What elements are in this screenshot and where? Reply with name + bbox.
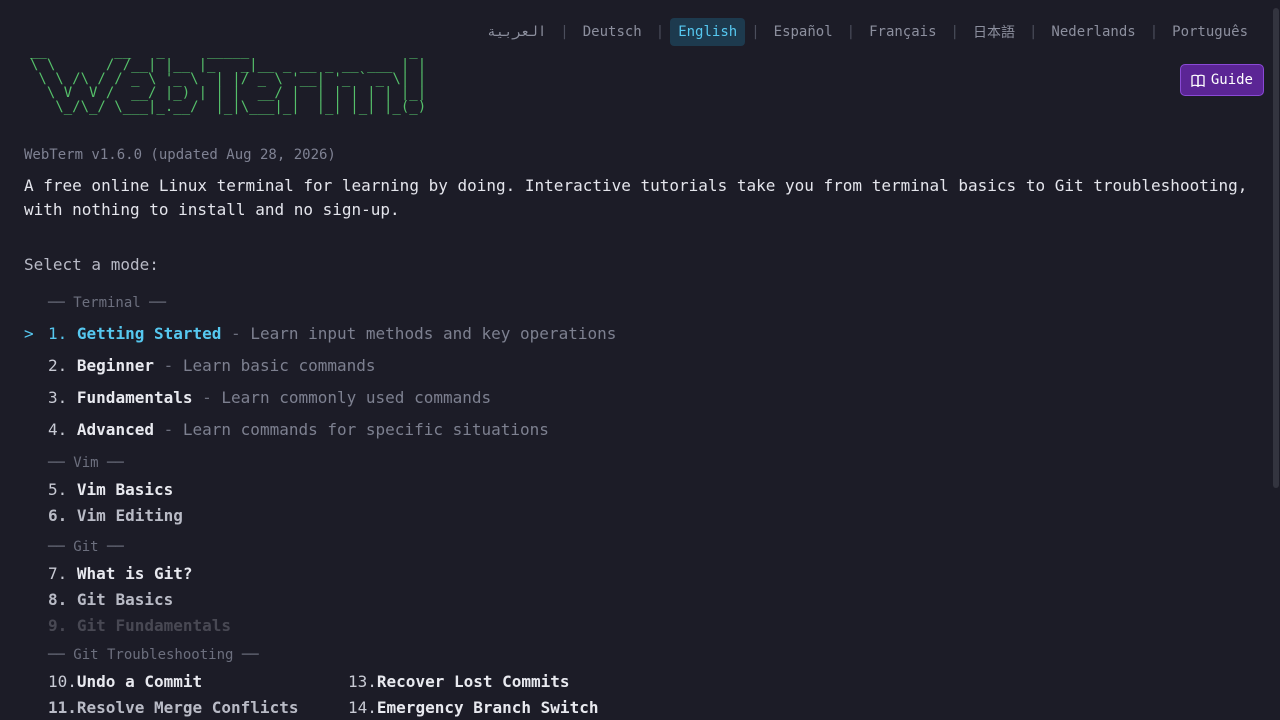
mode-item-getting-started[interactable]: 1. Getting Started - Learn input methods…	[48, 324, 616, 343]
scrollbar-thumb[interactable]	[1273, 8, 1279, 488]
item-description: Learn basic commands	[182, 356, 376, 375]
item-number: 13.	[348, 672, 377, 691]
item-description: Learn commonly used commands	[221, 388, 492, 407]
mode-item-vim-editing[interactable]: 6. Vim Editing	[48, 506, 183, 525]
item-dash: -	[153, 356, 183, 375]
lang-french[interactable]: Français	[861, 18, 944, 46]
lang-spanish[interactable]: Español	[766, 18, 841, 46]
lang-japanese[interactable]: 日本語	[965, 16, 1023, 48]
item-name: Vim Basics	[76, 480, 174, 499]
item-name: What is Git?	[76, 564, 193, 583]
item-dash: -	[153, 420, 183, 439]
item-number: 5.	[48, 480, 68, 499]
mode-item-beginner[interactable]: 2. Beginner - Learn basic commands	[48, 356, 376, 375]
separator: |	[655, 24, 665, 40]
book-icon	[1191, 74, 1205, 87]
item-number: 2.	[48, 356, 68, 375]
item-number: 4.	[48, 420, 68, 439]
guide-button[interactable]: Guide	[1179, 64, 1264, 96]
item-number: 3.	[48, 388, 68, 407]
mode-item-recover-lost-commits[interactable]: 13. Recover Lost Commits	[348, 672, 570, 691]
separator: |	[1149, 24, 1159, 40]
section-vim: ── Vim ──	[48, 455, 124, 471]
item-name: Git Basics	[76, 590, 174, 609]
separator: |	[1028, 24, 1038, 40]
lang-arabic[interactable]: العربية	[479, 18, 554, 46]
selection-cursor: >	[24, 324, 34, 343]
item-name: Emergency Branch Switch	[376, 698, 599, 717]
mode-item-fundamentals[interactable]: 3. Fundamentals - Learn commonly used co…	[48, 388, 491, 407]
separator: |	[560, 24, 569, 40]
item-number: 6.	[48, 506, 68, 525]
item-description: Learn input methods and key operations	[250, 324, 617, 343]
mode-item-vim-basics[interactable]: 5. Vim Basics	[48, 480, 173, 499]
guide-label: Guide	[1210, 72, 1253, 88]
mode-item-undo-commit[interactable]: 10. Undo a Commit	[48, 672, 202, 691]
item-name: Recover Lost Commits	[376, 672, 570, 691]
scrollbar[interactable]	[1272, 0, 1280, 720]
item-name: Vim Editing	[76, 506, 183, 525]
item-name: Fundamentals	[76, 388, 193, 407]
lang-portuguese[interactable]: Português	[1164, 18, 1256, 46]
separator: |	[950, 24, 959, 40]
mode-item-git-basics[interactable]: 8. Git Basics	[48, 590, 173, 609]
lang-english[interactable]: English	[670, 18, 746, 46]
item-dash: -	[192, 388, 222, 407]
section-terminal: ── Terminal ──	[48, 295, 167, 311]
item-number: 11.	[48, 698, 77, 717]
item-number: 1.	[48, 324, 68, 343]
item-name: Resolve Merge Conflicts	[76, 698, 299, 717]
webterm-ascii-logo: __ __ _ _____ _ \ \ / /__| |__ |_ _|__ _…	[30, 43, 427, 115]
item-number: 14.	[348, 698, 377, 717]
item-name: Getting Started	[76, 324, 222, 343]
item-name: Undo a Commit	[76, 672, 203, 691]
lang-german[interactable]: Deutsch	[575, 18, 650, 46]
item-number: 8.	[48, 590, 68, 609]
separator: |	[846, 24, 856, 40]
language-bar: العربية | Deutsch | English | Español | …	[479, 16, 1256, 48]
section-git-troubleshooting: ── Git Troubleshooting ──	[48, 647, 259, 663]
item-number: 7.	[48, 564, 68, 583]
mode-item-git-fundamentals[interactable]: 9. Git Fundamentals	[48, 616, 231, 635]
version-text: WebTerm v1.6.0 (updated Aug 28, 2026)	[24, 147, 336, 163]
mode-item-emergency-branch-switch[interactable]: 14. Emergency Branch Switch	[348, 698, 598, 717]
separator: |	[751, 24, 760, 40]
item-name: Git Fundamentals	[76, 616, 232, 635]
mode-item-what-is-git[interactable]: 7. What is Git?	[48, 564, 193, 583]
item-number: 10.	[48, 672, 77, 691]
mode-item-resolve-merge-conflicts[interactable]: 11. Resolve Merge Conflicts	[48, 698, 298, 717]
item-dash: -	[221, 324, 251, 343]
select-mode-prompt: Select a mode:	[24, 255, 159, 274]
description-text: A free online Linux terminal for learnin…	[24, 176, 1248, 219]
lang-dutch[interactable]: Nederlands	[1043, 18, 1143, 46]
section-git: ── Git ──	[48, 539, 124, 555]
item-name: Advanced	[76, 420, 154, 439]
mode-item-advanced[interactable]: 4. Advanced - Learn commands for specifi…	[48, 420, 549, 439]
item-number: 9.	[48, 616, 68, 635]
item-name: Beginner	[76, 356, 154, 375]
item-description: Learn commands for specific situations	[182, 420, 549, 439]
